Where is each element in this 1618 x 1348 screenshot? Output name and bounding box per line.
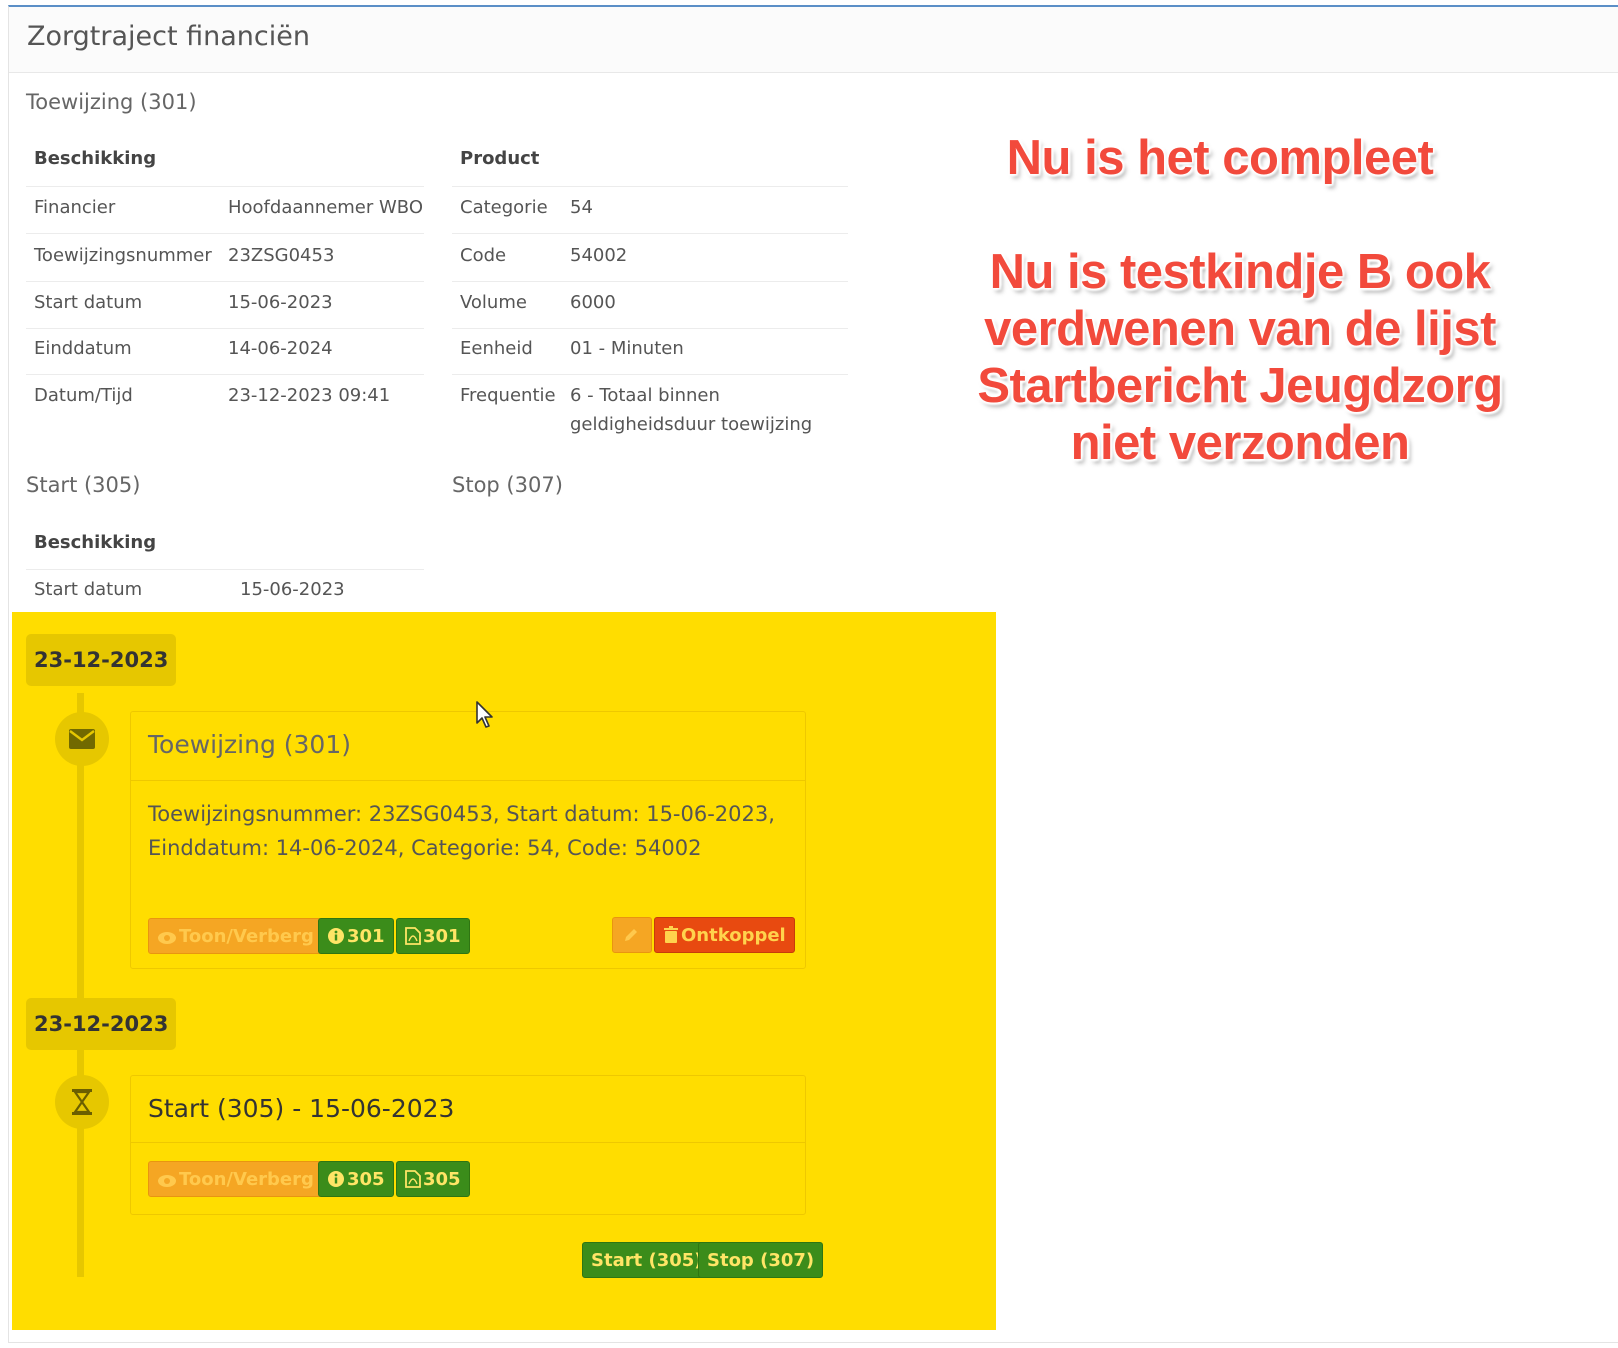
eye-icon — [157, 1169, 179, 1190]
timeline-date-badge: 23-12-2023 — [26, 634, 177, 686]
eenheid-value: 01 - Minuten — [570, 338, 684, 359]
frequentie-value: 6 - Totaal binnen — [570, 385, 720, 406]
info-label: 305 — [347, 1169, 385, 1190]
timeline-card-title: Start (305) - 15-06-2023 — [148, 1094, 455, 1123]
datum-tijd-value: 23-12-2023 09:41 — [228, 385, 391, 406]
divider — [26, 186, 424, 187]
frequentie-value-line2: geldigheidsduur toewijzing — [570, 414, 813, 435]
divider — [452, 374, 848, 375]
divider — [26, 281, 424, 282]
start-beschikking-header: Beschikking — [34, 532, 157, 553]
datum-tijd-label: Datum/Tijd — [34, 385, 133, 406]
envelope-icon — [55, 712, 109, 766]
frequentie-label: Frequentie — [460, 385, 556, 406]
eenheid-label: Eenheid — [460, 338, 533, 359]
toggle-label: Toon/Verberg — [179, 926, 314, 947]
divider — [131, 780, 805, 781]
timeline-card-body-line1: Toewijzingsnummer: 23ZSG0453, Start datu… — [148, 802, 775, 826]
eye-icon — [157, 926, 179, 947]
annotation-line-2: Nu is testkindje B ook — [989, 245, 1491, 299]
annotation-line-5: niet verzonden — [1070, 416, 1410, 470]
start-start-datum-value: 15-06-2023 — [240, 579, 345, 600]
start-datum-label: Start datum — [34, 292, 143, 313]
divider — [452, 186, 848, 187]
divider — [26, 233, 424, 234]
divider — [26, 569, 424, 570]
toggle-button[interactable]: Toon/Verberg — [148, 1161, 323, 1197]
trash-icon — [663, 925, 681, 946]
edit-button[interactable] — [612, 917, 652, 953]
code-value: 54002 — [570, 245, 628, 266]
start-start-datum-label: Start datum — [34, 579, 143, 600]
unlink-button[interactable]: Ontkoppel — [654, 917, 795, 953]
divider — [452, 281, 848, 282]
section-title-start: Start (305) — [26, 473, 141, 497]
categorie-label: Categorie — [460, 197, 548, 218]
divider — [131, 1142, 805, 1143]
stop-307-button[interactable]: Stop (307) — [698, 1242, 824, 1278]
financier-value: Hoofdaannemer WBO — [228, 197, 424, 218]
info-icon — [327, 1169, 347, 1190]
toewijzingsnummer-value: 23ZSG0453 — [228, 245, 335, 266]
financier-label: Financier — [34, 197, 116, 218]
hourglass-icon — [55, 1075, 109, 1129]
pdf-icon — [405, 926, 423, 947]
start-datum-value: 15-06-2023 — [228, 292, 333, 313]
product-header: Product — [460, 148, 540, 169]
annotation-line-3: verdwenen van de lijst — [984, 302, 1496, 356]
section-title-toewijzing: Toewijzing (301) — [26, 90, 197, 114]
mouse-cursor-icon — [476, 701, 496, 733]
einddatum-value: 14-06-2024 — [228, 338, 333, 359]
info-301-button[interactable]: 301 — [318, 918, 394, 954]
pdf-label: 305 — [423, 1169, 461, 1190]
pdf-301-button[interactable]: 301 — [396, 918, 470, 954]
annotation-line-1: Nu is het compleet — [1006, 131, 1434, 185]
pdf-icon — [405, 1169, 423, 1190]
divider — [452, 328, 848, 329]
toggle-label: Toon/Verberg — [179, 1169, 314, 1190]
volume-label: Volume — [460, 292, 527, 313]
einddatum-label: Einddatum — [34, 338, 132, 359]
divider — [26, 328, 424, 329]
timeline-line — [77, 693, 84, 1277]
volume-value: 6000 — [570, 292, 616, 313]
annotation-line-4: Startbericht Jeugdzorg — [977, 359, 1503, 413]
start-305-button[interactable]: Start (305) — [582, 1242, 712, 1278]
pdf-305-button[interactable]: 305 — [396, 1161, 470, 1197]
info-305-button[interactable]: 305 — [318, 1161, 394, 1197]
info-label: 301 — [347, 926, 385, 947]
pencil-icon — [622, 925, 642, 946]
divider — [452, 233, 848, 234]
unlink-label: Ontkoppel — [681, 925, 786, 946]
beschikking-header: Beschikking — [34, 148, 157, 169]
timeline-date-badge: 23-12-2023 — [26, 998, 177, 1050]
toggle-button[interactable]: Toon/Verberg — [148, 918, 323, 954]
timeline-card-title: Toewijzing (301) — [148, 730, 351, 759]
categorie-value: 54 — [570, 197, 593, 218]
toewijzingsnummer-label: Toewijzingsnummer — [34, 245, 212, 266]
timeline-card-body-line2: Einddatum: 14-06-2024, Categorie: 54, Co… — [148, 836, 702, 860]
info-icon — [327, 926, 347, 947]
pdf-label: 301 — [423, 926, 461, 947]
panel-title: Zorgtraject financiën — [27, 21, 310, 52]
section-title-stop: Stop (307) — [452, 473, 563, 497]
divider — [26, 374, 424, 375]
code-label: Code — [460, 245, 507, 266]
